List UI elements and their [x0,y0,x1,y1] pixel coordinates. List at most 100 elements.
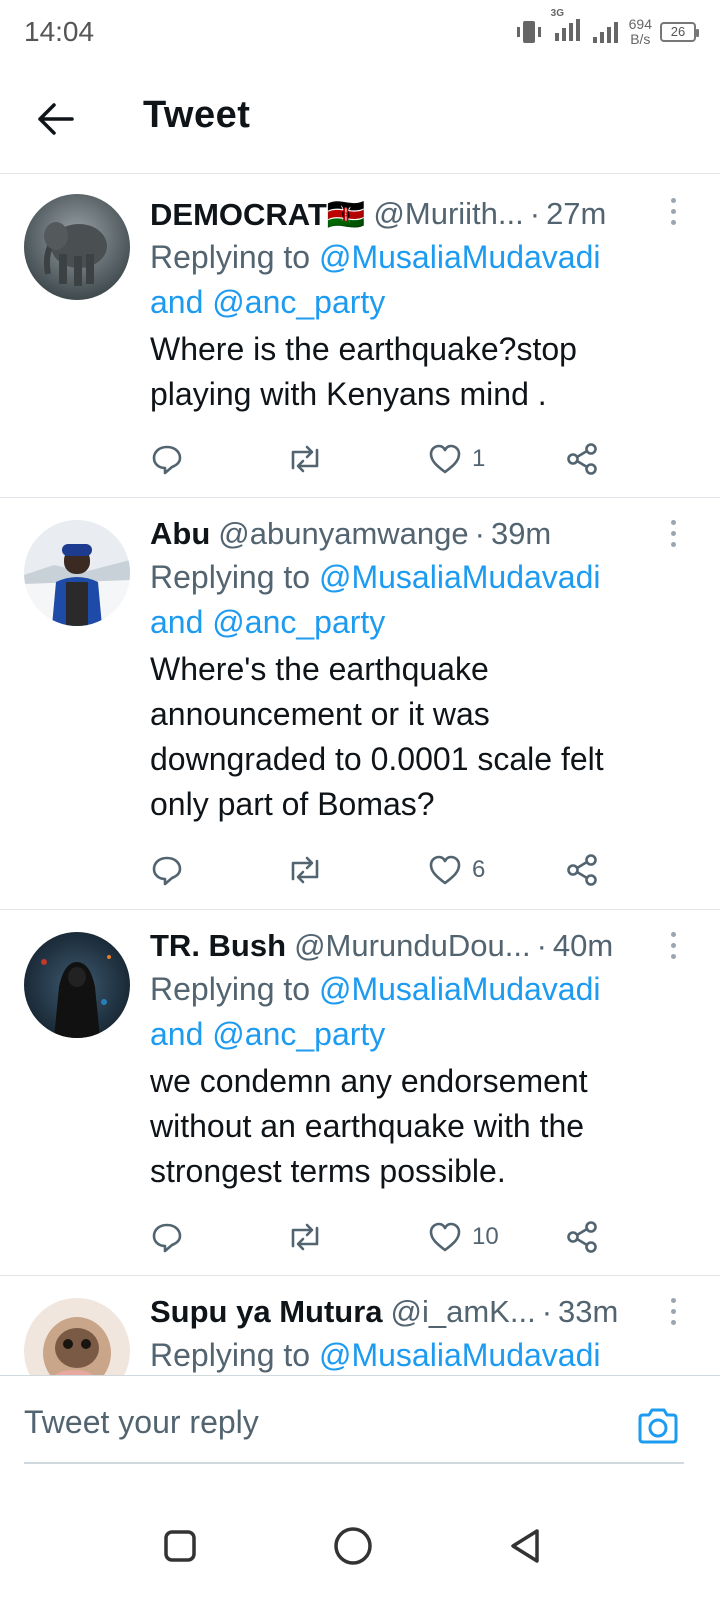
tweet-header: TR. Bush @MurunduDou... · 40m [150,925,690,967]
tweet-actions: 1 [150,439,610,479]
reply-icon [152,1223,182,1253]
page-title: Tweet [143,94,251,136]
reply-input[interactable]: Tweet your reply [24,1404,259,1441]
avatar[interactable] [24,932,130,1038]
reply-underline [24,1462,684,1464]
tweet-actions: 10 [150,1217,610,1257]
more-options-button[interactable] [658,1291,688,1331]
tweet-card[interactable]: TR. Bush @MurunduDou... · 40m Replying t… [0,910,720,1276]
mention-link[interactable]: @anc_party [212,1016,385,1052]
tweet-text-line: strongest terms possible. [150,1153,506,1189]
circle-icon [334,1527,372,1565]
user-handle[interactable]: @MurunduDou... [294,928,531,964]
heart-icon [429,444,461,474]
tweet-time: 39m [490,516,552,551]
reply-button[interactable] [150,439,184,479]
tweet-text-line: playing with Kenyans mind . [150,376,547,412]
retweet-icon [291,445,319,473]
mention-link[interactable]: @MusaliaMudavadi [319,239,601,275]
tweet-time: 40m [552,928,614,963]
mention-link[interactable]: @anc_party [212,284,385,320]
tweet-time: 27m [546,196,607,231]
status-icons: 3G 694 B/s 26 [515,8,699,50]
retweet-icon [291,856,319,884]
like-count: 6 [472,856,486,883]
status-time: 14:04 [24,16,95,47]
back-nav-button[interactable] [495,1516,555,1576]
header: Tweet [0,64,720,174]
share-button[interactable] [565,1217,599,1257]
separator-dot: · [541,1294,553,1329]
tweet-text-line: Where is the earthquake?stop [150,331,577,367]
replying-to: Replying to @MusaliaMudavadi and @anc_pa… [150,967,690,1057]
tweet-text-line: Where's the earthquake [150,651,489,687]
tweet-body: Abu @abunyamwange · 39m Replying to @Mus… [150,513,690,827]
camera-icon [638,1408,678,1444]
avatar[interactable] [24,194,130,300]
tweet-card[interactable]: Supu ya Mutura @i_amK... · 33m Replying … [0,1276,720,1375]
like-count: 1 [472,445,486,472]
separator-dot: · [474,516,485,551]
net-speed-value: 694 [628,16,652,32]
tweet-actions: 6 [150,850,610,890]
mention-link[interactable]: @MusaliaMudavadi [319,559,601,595]
heart-icon [429,855,461,885]
tweet-text-line: only part of Bomas? [150,786,435,822]
replying-to: Replying to @MusaliaMudavadi and @anc_pa… [150,555,690,645]
more-options-button[interactable] [658,513,688,553]
triangle-back-icon [511,1529,539,1563]
user-name[interactable]: DEMOCRAT🇰🇪 [150,196,365,233]
user-handle[interactable]: @i_amK... [391,1294,536,1330]
back-button[interactable] [30,94,80,144]
status-bar: 14:04 3G 694 B/s 26 [0,0,720,64]
user-handle[interactable]: @Muriith... [373,196,523,232]
system-nav-bar [0,1490,720,1600]
like-button[interactable]: 10 [428,1217,499,1257]
tweet-text-line: we condemn any endorsement [150,1063,588,1099]
camera-button[interactable] [636,1406,680,1446]
mention-link[interactable]: @MusaliaMudavadi [319,1337,601,1373]
user-name[interactable]: TR. Bush [150,928,286,964]
square-icon [164,1530,196,1562]
mention-link[interactable]: @anc_party [212,604,385,640]
mention-link[interactable]: @MusaliaMudavadi [319,971,601,1007]
reply-button[interactable] [150,1217,184,1257]
tweet-body: DEMOCRAT🇰🇪 @Muriith... · 27m Replying to… [150,193,690,417]
network-type-label: 3G [550,7,564,19]
avatar[interactable] [24,1298,130,1375]
conj-text: and [150,604,213,640]
replying-prefix: Replying to [150,239,319,275]
retweet-button[interactable] [285,850,325,890]
share-button[interactable] [565,439,599,479]
recents-button[interactable] [150,1516,210,1576]
home-button[interactable] [323,1516,383,1576]
reply-composer: Tweet your reply [0,1375,720,1465]
avatar[interactable] [24,520,130,626]
retweet-button[interactable] [285,439,325,479]
reply-button[interactable] [150,850,184,890]
like-button[interactable]: 6 [428,850,485,890]
tweet-text-line: downgraded to 0.0001 scale felt [150,741,604,777]
tweet-text: Where's the earthquake announcement or i… [150,647,690,827]
tweet-card[interactable]: Abu @abunyamwange · 39m Replying to @Mus… [0,498,720,910]
tweet-text-line: announcement or it was [150,696,490,732]
replying-to: Replying to @MusaliaMudavadi [150,1333,690,1375]
separator-dot: · [529,196,541,231]
retweet-icon [291,1223,319,1251]
more-options-button[interactable] [658,925,688,965]
user-handle[interactable]: @abunyamwange [218,516,468,552]
user-name[interactable]: Abu [150,516,210,552]
tweet-text-line: without an earthquake with the [150,1108,585,1144]
user-name[interactable]: Supu ya Mutura [150,1294,383,1330]
more-options-button[interactable] [658,191,688,231]
vibrate-icon [516,21,541,43]
retweet-button[interactable] [285,1217,325,1257]
share-icon [567,443,597,475]
replies-feed[interactable]: DEMOCRAT🇰🇪 @Muriith... · 27m Replying to… [0,175,720,1375]
reply-icon [152,445,182,475]
tweet-card[interactable]: DEMOCRAT🇰🇪 @Muriith... · 27m Replying to… [0,175,720,498]
share-icon [567,1221,597,1253]
like-button[interactable]: 1 [428,439,485,479]
separator-dot: · [536,928,547,963]
share-button[interactable] [565,850,599,890]
